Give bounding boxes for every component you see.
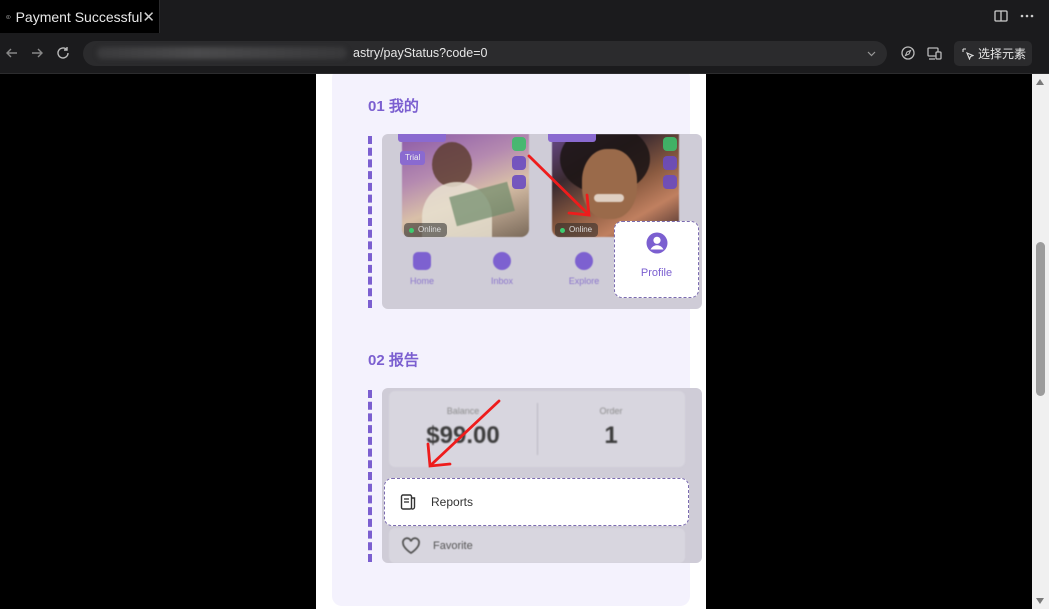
vertical-scrollbar[interactable] xyxy=(1032,74,1049,609)
profile-photo xyxy=(402,134,529,237)
page-column: 01 我的 Trial Online Online Home Inbox Exp… xyxy=(316,74,706,609)
chevron-down-icon[interactable] xyxy=(866,48,877,59)
close-icon[interactable]: ✕ xyxy=(142,8,155,26)
scroll-up-icon[interactable] xyxy=(1036,79,1044,85)
section-title-mine: 01 我的 xyxy=(368,98,419,115)
profile-label: Profile xyxy=(640,267,673,279)
reports-label: Reports xyxy=(431,495,474,509)
more-icon[interactable] xyxy=(1018,7,1036,25)
page-viewport: 01 我的 Trial Online Online Home Inbox Exp… xyxy=(0,74,1032,609)
online-badge-2: Online xyxy=(555,223,599,237)
balance-stat: Balance $99.00 xyxy=(426,406,500,449)
action-icons xyxy=(512,137,526,194)
browser-tab[interactable]: Payment Successful ✕ xyxy=(0,0,160,33)
dashed-divider xyxy=(368,136,372,308)
heart-icon xyxy=(402,536,420,554)
home-icon xyxy=(413,252,431,270)
select-element-label: 选择元素 xyxy=(978,47,1027,61)
trial-badge: Trial xyxy=(400,151,426,165)
address-toolbar: astry/payStatus?code=0 选择元素 xyxy=(0,33,1049,74)
stats-panel: Balance $99.00 Order 1 xyxy=(389,391,685,467)
favorite-row: Favorite xyxy=(389,528,685,563)
reload-icon[interactable] xyxy=(54,44,72,62)
tag-badge xyxy=(398,134,446,142)
forward-icon[interactable] xyxy=(28,44,46,62)
url-text: astry/payStatus?code=0 xyxy=(353,46,488,60)
eye-icon xyxy=(6,14,11,19)
split-view-icon[interactable] xyxy=(992,7,1010,25)
nav-home: Home xyxy=(392,252,452,286)
back-icon[interactable] xyxy=(3,44,21,62)
dashed-divider-2 xyxy=(368,390,372,562)
tab-title: Payment Successful xyxy=(15,8,143,25)
url-redacted xyxy=(97,47,347,59)
scroll-down-icon[interactable] xyxy=(1036,598,1044,604)
action-icons-2 xyxy=(663,137,677,194)
profile-highlight: Profile xyxy=(614,221,699,298)
section-title-reports: 02 报告 xyxy=(368,352,419,369)
order-stat: Order 1 xyxy=(599,406,623,449)
online-badge: Online xyxy=(404,223,448,237)
url-input[interactable]: astry/payStatus?code=0 xyxy=(83,41,887,66)
report-document-icon xyxy=(400,494,416,510)
chat-icon xyxy=(493,252,511,270)
reports-highlight: Reports xyxy=(384,478,689,526)
nav-explore: Explore xyxy=(554,252,614,286)
app-screenshot-wallet: Balance $99.00 Order 1 Favorite xyxy=(382,388,702,563)
cursor-select-icon xyxy=(962,47,974,60)
nav-inbox: Inbox xyxy=(472,252,532,286)
device-icon[interactable] xyxy=(925,44,943,62)
scrollbar-thumb[interactable] xyxy=(1036,242,1045,396)
tag-badge-2 xyxy=(548,134,596,142)
select-element-button[interactable]: 选择元素 xyxy=(954,41,1032,66)
guide-card: 01 我的 Trial Online Online Home Inbox Exp… xyxy=(332,74,702,606)
browser-tab-bar: Payment Successful ✕ xyxy=(0,0,1049,33)
compass-icon[interactable] xyxy=(899,44,917,62)
user-circle-icon xyxy=(646,232,667,254)
planet-icon xyxy=(575,252,593,270)
